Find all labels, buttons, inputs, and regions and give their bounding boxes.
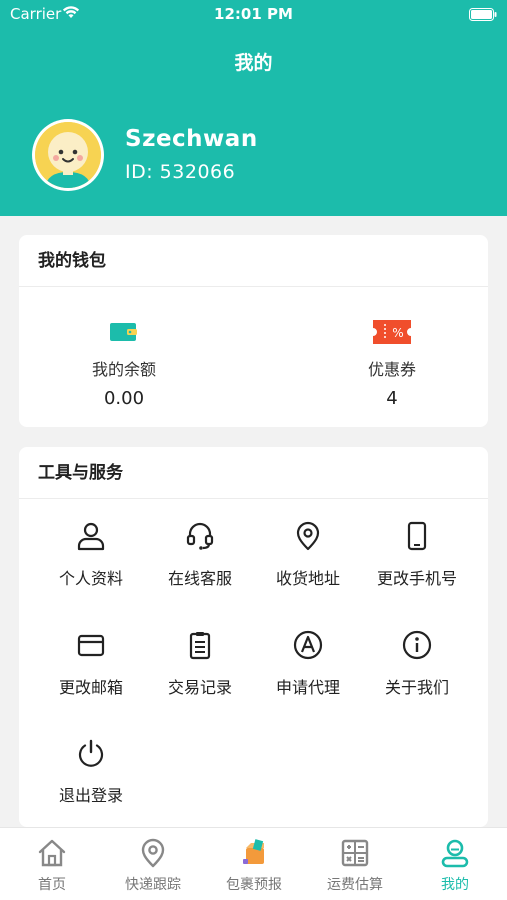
tool-customer-service[interactable]: 在线客服 bbox=[145, 519, 255, 589]
info-icon bbox=[362, 628, 472, 662]
location-pin-icon bbox=[103, 836, 203, 870]
battery-icon bbox=[469, 7, 497, 25]
package-icon bbox=[204, 836, 304, 870]
coupon-icon: % bbox=[312, 318, 472, 346]
balance-value: 0.00 bbox=[103, 388, 145, 409]
tab-home[interactable]: 首页 bbox=[2, 836, 102, 894]
tool-address[interactable]: 收货地址 bbox=[253, 519, 363, 589]
tool-profile[interactable]: 个人资料 bbox=[36, 519, 146, 589]
tools-title: 工具与服务 bbox=[19, 447, 488, 499]
tool-label: 交易记录 bbox=[167, 678, 232, 697]
tool-change-email[interactable]: 更改邮箱 bbox=[36, 628, 146, 698]
phone-icon bbox=[362, 519, 472, 553]
person-icon bbox=[36, 519, 146, 553]
profile-header: Carrier 12:01 PM 我的 Szechwan ID: 532066 bbox=[0, 0, 507, 216]
tool-label: 更改手机号 bbox=[376, 569, 457, 588]
tab-freight-estimate[interactable]: 运费估算 bbox=[305, 836, 405, 894]
status-time: 12:01 PM bbox=[214, 5, 293, 23]
headset-icon bbox=[145, 519, 255, 553]
tab-label: 包裹预报 bbox=[226, 877, 282, 893]
tool-label: 收货地址 bbox=[275, 569, 340, 588]
tool-label: 退出登录 bbox=[58, 786, 123, 805]
tab-mine[interactable]: 我的 bbox=[405, 836, 505, 894]
tab-label: 快递跟踪 bbox=[125, 877, 181, 893]
tool-transactions[interactable]: 交易记录 bbox=[145, 628, 255, 698]
svg-text:%: % bbox=[392, 326, 403, 340]
letter-a-circle-icon bbox=[253, 628, 363, 662]
profile-icon bbox=[405, 836, 505, 870]
tool-label: 关于我们 bbox=[384, 678, 449, 697]
username: Szechwan bbox=[125, 126, 258, 152]
wallet-icon bbox=[44, 318, 204, 346]
user-id: ID: 532066 bbox=[125, 161, 236, 183]
coupon-value: 4 bbox=[386, 388, 398, 409]
page-title: 我的 bbox=[234, 52, 273, 74]
clipboard-icon bbox=[145, 628, 255, 662]
tool-about-us[interactable]: 关于我们 bbox=[362, 628, 472, 698]
tab-label: 我的 bbox=[441, 877, 469, 893]
tab-label: 运费估算 bbox=[327, 877, 383, 893]
home-icon bbox=[2, 836, 102, 870]
tool-apply-agent[interactable]: 申请代理 bbox=[253, 628, 363, 698]
tool-label: 更改邮箱 bbox=[58, 678, 123, 697]
calculator-icon bbox=[305, 836, 405, 870]
wallet-title: 我的钱包 bbox=[19, 235, 488, 287]
power-icon bbox=[36, 736, 146, 770]
tool-logout[interactable]: 退出登录 bbox=[36, 736, 146, 806]
tab-tracking[interactable]: 快递跟踪 bbox=[103, 836, 203, 894]
location-pin-icon bbox=[253, 519, 363, 553]
smiley-face-icon bbox=[35, 122, 101, 188]
tab-package-forecast[interactable]: 包裹预报 bbox=[204, 836, 304, 894]
tab-bar: 首页 快递跟踪 包裹预报 运费估算 我的 bbox=[0, 827, 507, 900]
wallet-card: 我的钱包 我的余额 0.00 % 优惠券 4 bbox=[19, 235, 488, 427]
tools-card: 工具与服务 个人资料 在线客服 收货地址 更改手机号 更改邮箱 交易记录 申请代… bbox=[19, 447, 488, 827]
tool-label: 个人资料 bbox=[58, 569, 123, 588]
tab-label: 首页 bbox=[38, 877, 66, 893]
tool-label: 在线客服 bbox=[167, 569, 232, 588]
balance-item[interactable]: 我的余额 0.00 bbox=[44, 318, 204, 409]
coupon-item[interactable]: % 优惠券 4 bbox=[312, 318, 472, 409]
tool-label: 申请代理 bbox=[275, 678, 340, 697]
status-bar: Carrier 12:01 PM bbox=[0, 0, 507, 30]
tool-change-phone[interactable]: 更改手机号 bbox=[362, 519, 472, 589]
balance-label: 我的余额 bbox=[91, 360, 156, 379]
mail-icon bbox=[36, 628, 146, 662]
coupon-label: 优惠券 bbox=[367, 360, 416, 379]
avatar[interactable] bbox=[32, 119, 104, 191]
